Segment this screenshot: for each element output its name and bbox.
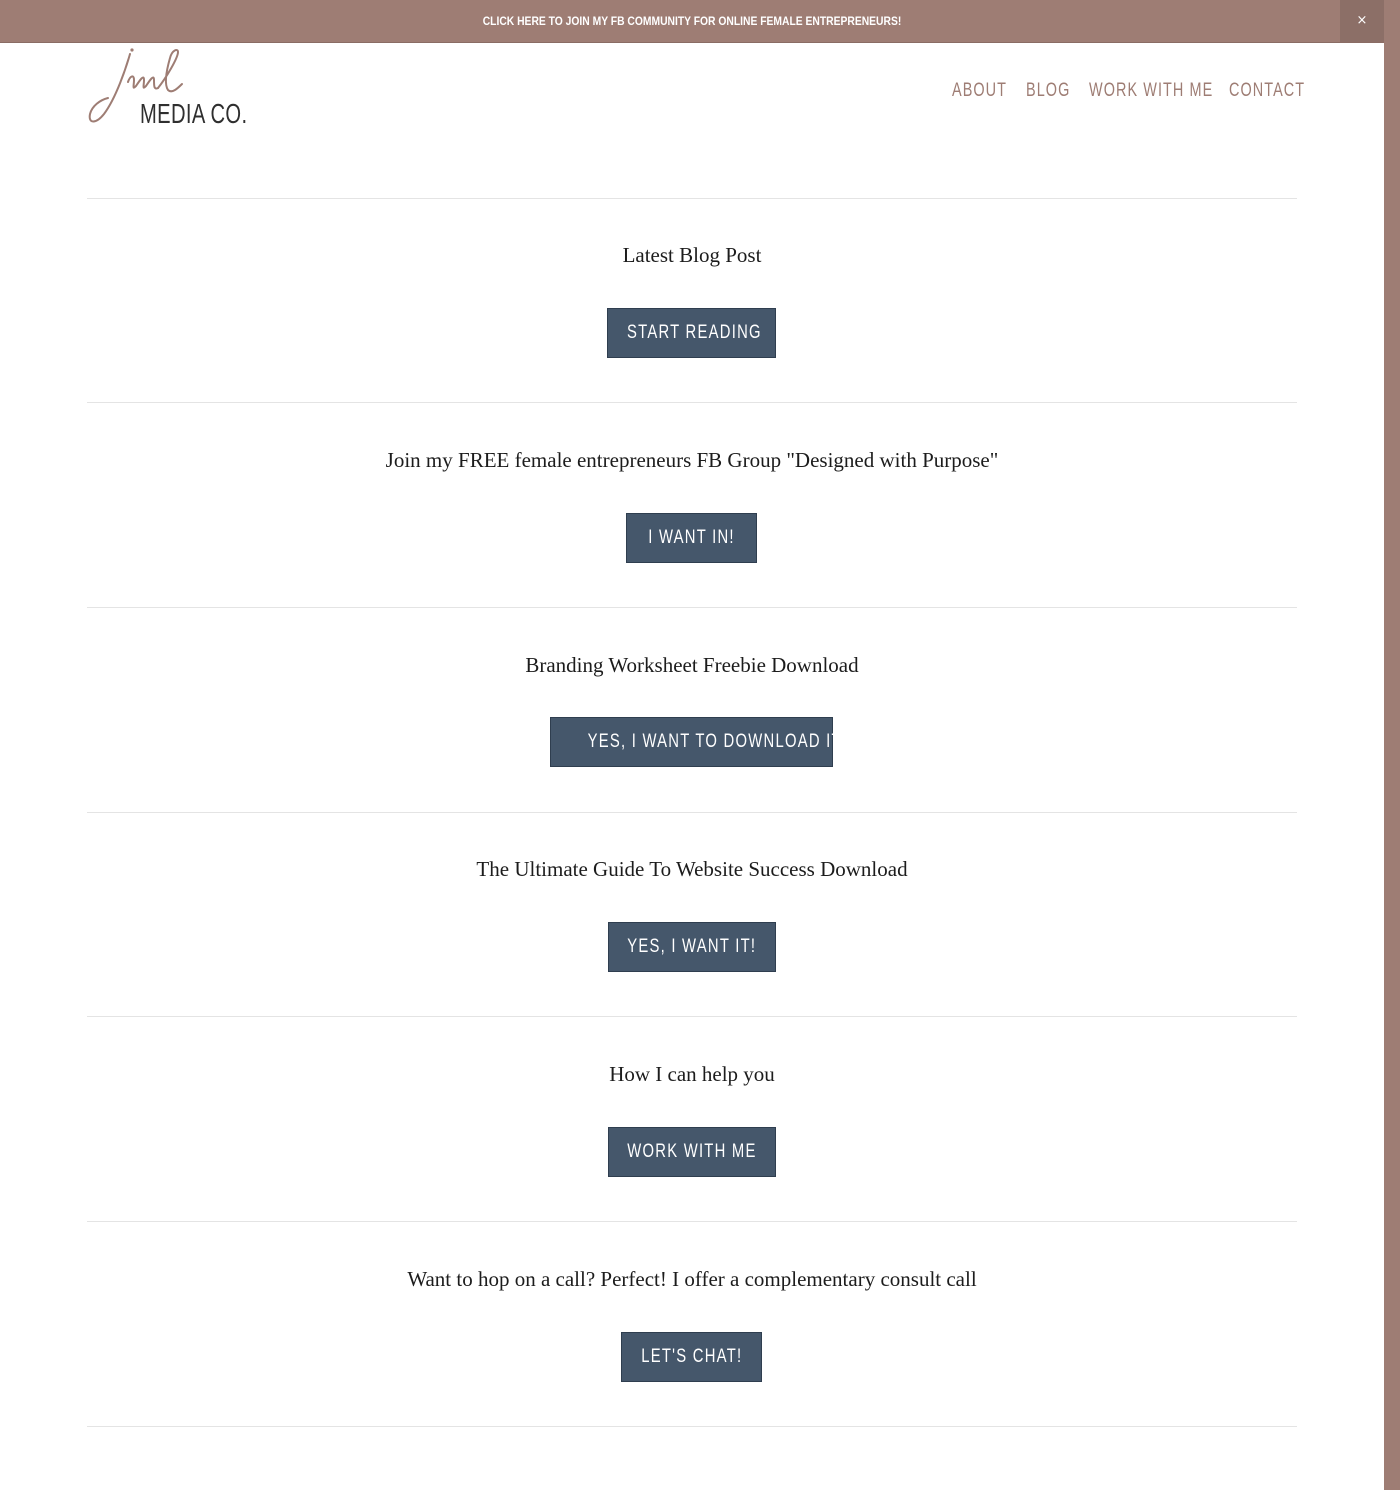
- divider: [87, 1426, 1297, 1427]
- main-nav: ABOUT BLOG WORK WITH ME CONTACT: [940, 80, 1304, 106]
- start-reading-button[interactable]: START READING: [607, 308, 776, 358]
- button-label: YES, I WANT TO DOWNLOAD IT!: [587, 731, 848, 752]
- work-with-me-button[interactable]: WORK WITH ME: [608, 1127, 776, 1177]
- nav-about[interactable]: ABOUT: [952, 80, 1007, 102]
- section-title-consult-call: Want to hop on a call? Perfect! I offer …: [407, 1267, 977, 1291]
- section-title-fb-group: Join my FREE female entrepreneurs FB Gro…: [385, 448, 999, 472]
- lets-chat-button[interactable]: LET'S CHAT!: [621, 1332, 762, 1382]
- section-title-ultimate-guide: The Ultimate Guide To Website Success Do…: [476, 857, 908, 881]
- button-label: WORK WITH ME: [627, 1141, 757, 1162]
- i-want-in-button[interactable]: I WANT IN!: [626, 513, 757, 563]
- button-label: I WANT IN!: [648, 527, 735, 548]
- announcement-link[interactable]: CLICK HERE TO JOIN MY FB COMMUNITY FOR O…: [97, 0, 1287, 42]
- logo-name: MEDIA CO.: [140, 98, 248, 129]
- divider: [87, 198, 1297, 199]
- divider: [87, 1221, 1297, 1222]
- announcement-bar: CLICK HERE TO JOIN MY FB COMMUNITY FOR O…: [0, 0, 1384, 43]
- scrollbar[interactable]: [1384, 0, 1400, 1490]
- close-icon[interactable]: ×: [1340, 0, 1384, 42]
- download-worksheet-button[interactable]: YES, I WANT TO DOWNLOAD IT!: [550, 717, 846, 767]
- logo[interactable]: MEDIA CO.: [86, 48, 256, 132]
- section-title-branding-worksheet: Branding Worksheet Freebie Download: [525, 653, 859, 677]
- section-title-latest-blog-post: Latest Blog Post: [622, 243, 762, 267]
- yes-i-want-it-button[interactable]: YES, I WANT IT!: [608, 922, 776, 972]
- button-label: YES, I WANT IT!: [627, 936, 757, 957]
- divider: [87, 402, 1297, 403]
- divider: [87, 812, 1297, 813]
- nav-work-with-me[interactable]: WORK WITH ME: [1089, 80, 1213, 102]
- page: CLICK HERE TO JOIN MY FB COMMUNITY FOR O…: [0, 0, 1384, 1490]
- nav-blog[interactable]: BLOG: [1026, 80, 1070, 102]
- button-label: START READING: [627, 322, 762, 343]
- section-title-how-i-can-help: How I can help you: [609, 1062, 775, 1086]
- divider: [87, 607, 1297, 608]
- divider: [87, 1016, 1297, 1017]
- nav-contact[interactable]: CONTACT: [1229, 80, 1305, 102]
- button-label: LET'S CHAT!: [640, 1346, 743, 1367]
